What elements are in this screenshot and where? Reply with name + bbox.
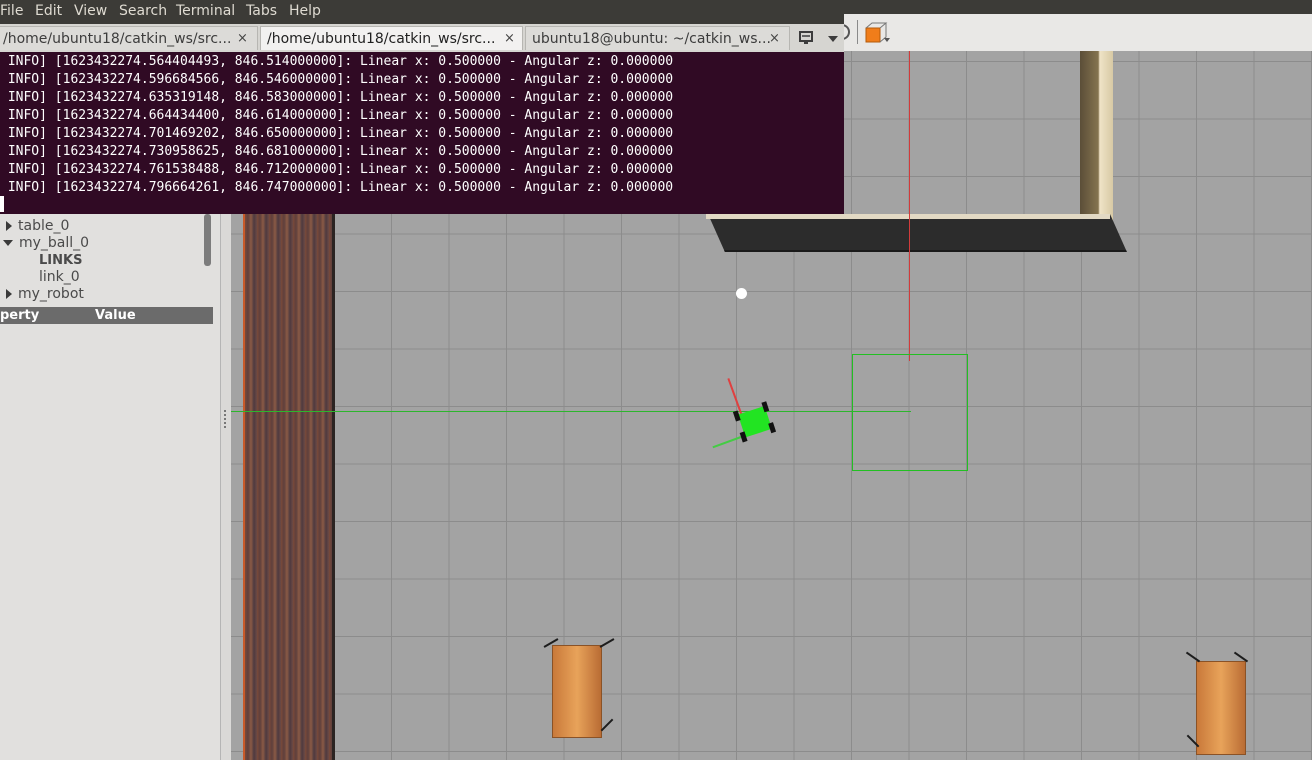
terminal-window: File Edit View Search Terminal Tabs Help… [0, 0, 844, 214]
menu-tabs[interactable]: Tabs [246, 3, 277, 19]
tab-label: /home/ubuntu18/catkin_ws/src... [267, 31, 496, 47]
tree-item-my-robot[interactable]: my_robot [6, 286, 84, 303]
tab-label: /home/ubuntu18/catkin_ws/src... [3, 31, 232, 47]
terminal-cursor [0, 196, 4, 212]
tree-item-label: my_ball_0 [19, 235, 90, 251]
box-shape-icon[interactable] [864, 22, 892, 44]
menu-terminal[interactable]: Terminal [176, 3, 235, 19]
tab-close-icon[interactable]: × [769, 27, 780, 51]
tab-1[interactable]: /home/ubuntu18/catkin_ws/src... × [0, 26, 258, 50]
tree-item-label: LINKS [39, 253, 83, 268]
menu-edit[interactable]: Edit [35, 3, 62, 19]
robot-wheel [732, 410, 741, 422]
new-tab-icon[interactable] [798, 30, 816, 46]
property-table-header: perty Value [0, 307, 213, 324]
cabinet-model[interactable] [1185, 651, 1249, 755]
wall-model[interactable] [243, 214, 335, 760]
menu-search[interactable]: Search [119, 3, 167, 19]
y-axis-line [231, 411, 911, 412]
tabs-dropdown-icon[interactable] [828, 36, 838, 42]
tab-close-icon[interactable]: × [237, 27, 248, 51]
menu-view[interactable]: View [74, 3, 107, 19]
robot-wheel [768, 422, 777, 434]
tree-item-label: my_robot [18, 286, 84, 302]
robot-y-axis-arrow [712, 436, 742, 449]
cabinet-leg [1233, 651, 1249, 663]
menu-file[interactable]: File [0, 3, 23, 19]
menu-bar: File Edit View Search Terminal Tabs Help [0, 0, 844, 24]
log-line: INFO] [1623432274.635319148, 846.5830000… [0, 90, 674, 105]
selection-box [852, 354, 968, 471]
tree-item-my-ball-0[interactable]: my_ball_0 [3, 235, 89, 252]
terminal-console[interactable]: INFO] [1623432274.564404493, 846.5140000… [0, 52, 844, 214]
model-tree: table_0 my_ball_0 LINKS link_0 my_robot [0, 214, 212, 306]
menu-help[interactable]: Help [289, 3, 321, 19]
tree-item-table-0[interactable]: table_0 [6, 218, 69, 235]
log-line: INFO] [1623432274.701469202, 846.6500000… [0, 126, 674, 141]
shelf-edge [706, 214, 1110, 219]
log-line: INFO] [1623432274.730958625, 846.6810000… [0, 144, 674, 159]
collapse-arrow-icon[interactable] [3, 240, 13, 246]
tree-scrollbar[interactable] [204, 214, 211, 266]
shelf-board-model[interactable] [708, 214, 1127, 252]
tab-close-icon[interactable]: × [504, 27, 515, 51]
property-column-header[interactable]: perty [0, 307, 39, 324]
expand-arrow-icon[interactable] [6, 289, 12, 299]
ball-model[interactable] [736, 288, 747, 299]
cabinet-leg [1186, 734, 1200, 748]
tab-3[interactable]: ubuntu18@ubuntu: ~/catkin_ws... × [525, 26, 790, 50]
log-line: INFO] [1623432274.761538488, 846.7120000… [0, 162, 674, 177]
log-line: INFO] [1623432274.664434400, 846.6140000… [0, 108, 674, 123]
toolbar-separator [857, 20, 858, 44]
splitter-grip-icon [224, 410, 228, 428]
log-line: INFO] [1623432274.596684566, 846.5460000… [0, 72, 674, 87]
tab-label: ubuntu18@ubuntu: ~/catkin_ws... [532, 31, 771, 47]
cabinet-leg [599, 638, 615, 648]
x-axis-line [909, 51, 910, 361]
log-line: INFO] [1623432274.564404493, 846.5140000… [0, 54, 674, 69]
tree-item-links[interactable]: LINKS [39, 252, 82, 269]
cabinet-leg [600, 718, 614, 732]
panel-splitter[interactable] [220, 214, 231, 760]
value-column-header[interactable]: Value [95, 307, 136, 324]
tree-item-link-0[interactable]: link_0 [39, 269, 80, 286]
gazebo-top-bar [844, 0, 1312, 14]
tab-2[interactable]: /home/ubuntu18/catkin_ws/src... × [260, 26, 523, 50]
shelf-post-model[interactable] [1080, 51, 1113, 221]
tree-item-label: table_0 [18, 218, 70, 234]
gazebo-toolbar [838, 14, 1312, 52]
expand-arrow-icon[interactable] [6, 221, 12, 231]
tab-bar: /home/ubuntu18/catkin_ws/src... × /home/… [0, 24, 844, 52]
cabinet-leg [1185, 651, 1201, 663]
log-line: INFO] [1623432274.796664261, 846.7470000… [0, 180, 674, 195]
world-panel: table_0 my_ball_0 LINKS link_0 my_robot … [0, 214, 220, 760]
tree-item-label: link_0 [39, 269, 80, 285]
cabinet-model[interactable] [543, 638, 615, 738]
cabinet-leg [543, 638, 559, 648]
